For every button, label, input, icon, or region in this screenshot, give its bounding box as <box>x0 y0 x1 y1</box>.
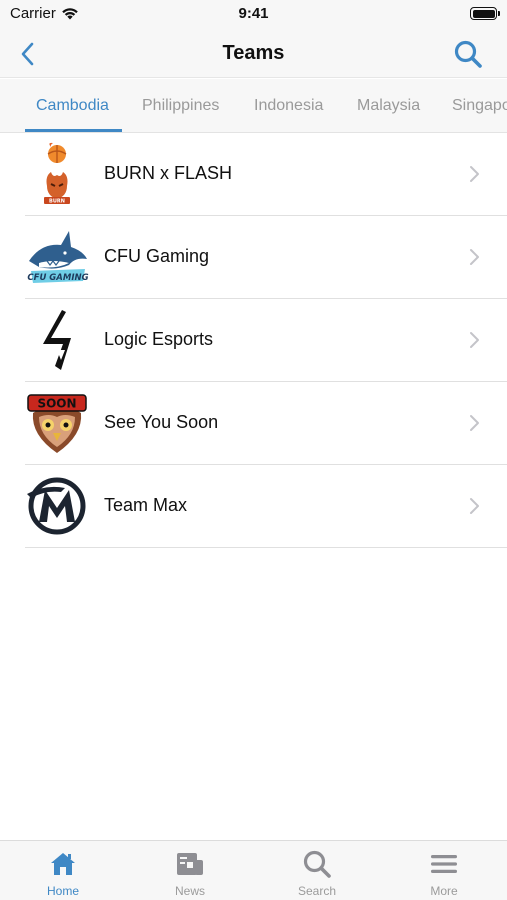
row-divider <box>25 547 507 548</box>
svg-text:CFU GAMING: CFU GAMING <box>27 273 88 283</box>
home-icon <box>51 853 75 875</box>
team-name: Team Max <box>104 495 188 515</box>
chevron-right-icon <box>470 415 479 431</box>
tabbar-home-label: Home <box>46 884 79 898</box>
search-button[interactable] <box>451 38 485 70</box>
burn-x-flash-logo: BURN <box>25 142 89 206</box>
logic-esports-logo <box>25 308 89 372</box>
bottom-tab-bar: Home News Search More <box>0 840 507 900</box>
country-tabs: Cambodia Philippines Indonesia Malaysia … <box>0 79 507 133</box>
status-bar: Carrier 9:41 <box>0 0 507 30</box>
team-row-cfu-gaming[interactable]: CFU GAMING CFU Gaming <box>0 216 507 299</box>
search-icon <box>454 40 482 68</box>
tab-philippines[interactable]: Philippines <box>142 79 219 132</box>
menu-icon <box>431 855 457 873</box>
team-name: BURN x FLASH <box>104 163 233 183</box>
chevron-right-icon <box>470 332 479 348</box>
team-name: CFU Gaming <box>104 246 210 266</box>
status-time: 9:41 <box>238 5 269 22</box>
tab-malaysia[interactable]: Malaysia <box>357 79 420 132</box>
chevron-right-icon <box>470 249 479 265</box>
tabbar-news[interactable]: News <box>127 841 253 900</box>
navigation-bar: Teams <box>0 30 507 78</box>
active-tab-indicator <box>25 129 122 132</box>
team-name: Logic Esports <box>104 329 214 349</box>
tabbar-more[interactable]: More <box>381 841 507 900</box>
tab-indonesia[interactable]: Indonesia <box>254 79 323 132</box>
news-icon <box>177 853 203 875</box>
tabbar-search[interactable]: Search <box>254 841 380 900</box>
team-max-logo <box>25 474 89 538</box>
svg-text:SOON: SOON <box>37 397 76 411</box>
page-title: Teams <box>222 42 285 64</box>
team-name: See You Soon <box>104 412 219 432</box>
tabbar-search-label: Search <box>297 884 337 898</box>
team-row-team-max[interactable]: Team Max <box>0 465 507 548</box>
battery-icon <box>470 7 500 20</box>
tabbar-home[interactable]: Home <box>0 841 126 900</box>
see-you-soon-logo: SOON <box>25 391 89 455</box>
tabbar-news-label: News <box>174 884 205 898</box>
team-row-see-you-soon[interactable]: SOON See You Soon <box>0 382 507 465</box>
search-icon <box>303 850 331 878</box>
team-row-burn-x-flash[interactable]: BURN BURN x FLASH <box>0 133 507 216</box>
chevron-right-icon <box>470 498 479 514</box>
svg-text:BURN: BURN <box>49 199 65 205</box>
chevron-right-icon <box>470 166 479 182</box>
team-list: BURN BURN x FLASH CFU GAMING CFU Gaming <box>0 133 507 548</box>
tab-singapore[interactable]: Singapore <box>452 79 507 132</box>
tabbar-more-label: More <box>430 884 458 898</box>
tab-cambodia[interactable]: Cambodia <box>36 79 109 132</box>
cfu-gaming-logo: CFU GAMING <box>25 225 89 289</box>
team-row-logic-esports[interactable]: Logic Esports <box>0 299 507 382</box>
